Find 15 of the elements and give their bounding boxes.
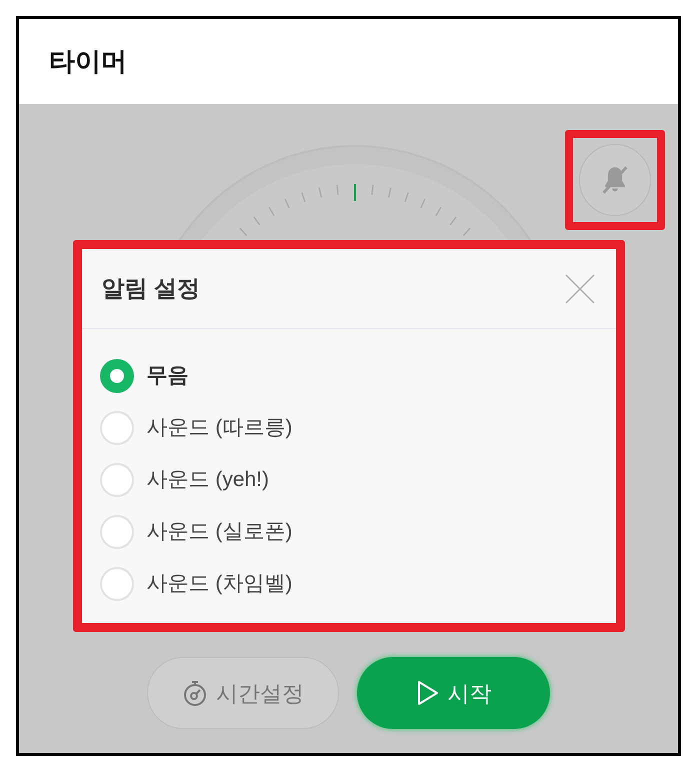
radio-button[interactable] bbox=[100, 463, 134, 497]
option-label[interactable]: 사운드 (실로폰) bbox=[146, 516, 292, 548]
option-label[interactable]: 사운드 (차임벨) bbox=[146, 568, 292, 600]
radio-button[interactable] bbox=[100, 411, 134, 445]
radio-button[interactable] bbox=[100, 515, 134, 549]
radio-button[interactable] bbox=[100, 359, 134, 393]
close-icon[interactable] bbox=[564, 272, 596, 304]
option-label[interactable]: 사운드 (yeh!) bbox=[146, 464, 270, 496]
radio-button[interactable] bbox=[100, 567, 134, 601]
dialog-title: 알림 설정 bbox=[102, 274, 200, 304]
option-label[interactable]: 사운드 (따르릉) bbox=[146, 412, 292, 444]
play-icon bbox=[416, 679, 440, 707]
window-title: 타이머 bbox=[49, 45, 127, 78]
option-label[interactable]: 무음 bbox=[146, 360, 188, 392]
stopwatch-icon bbox=[182, 679, 208, 707]
